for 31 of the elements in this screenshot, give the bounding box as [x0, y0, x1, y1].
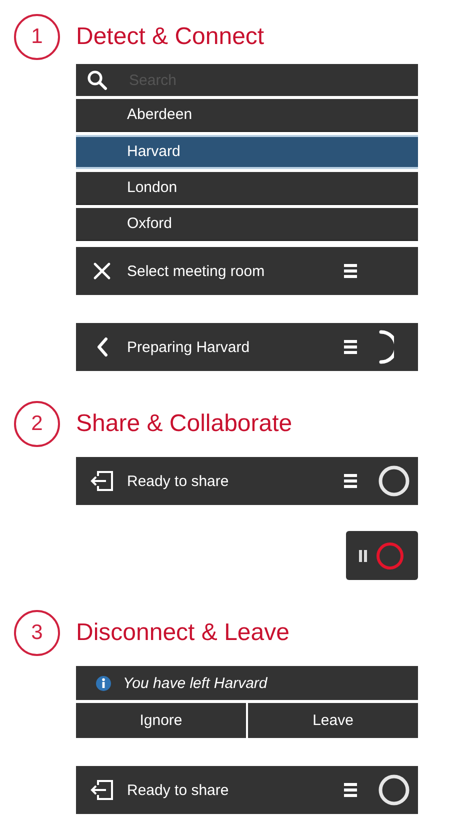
notification-button[interactable]: Ignore	[76, 703, 246, 738]
step-number: 3	[14, 610, 60, 656]
step-number: 2	[14, 401, 60, 447]
notification-message: You have left Harvard	[123, 674, 268, 692]
menu-icon[interactable]	[344, 783, 357, 797]
door-arrow-icon[interactable]	[88, 779, 114, 801]
info-icon	[96, 676, 111, 690]
room-item[interactable]: London	[76, 172, 418, 205]
room-item[interactable]: Aberdeen	[76, 99, 418, 132]
ring-icon[interactable]	[378, 465, 410, 497]
search-icon	[87, 70, 107, 90]
menu-icon[interactable]	[344, 264, 357, 278]
pause-icon[interactable]	[359, 550, 367, 562]
menu-icon[interactable]	[344, 340, 357, 354]
bar-label: Ready to share	[127, 472, 230, 490]
bar-label: Ready to share	[127, 782, 230, 798]
menu-icon[interactable]	[344, 474, 357, 488]
bar-label: Select meeting room	[127, 262, 266, 280]
notification-button[interactable]: Leave	[248, 703, 418, 738]
section-title: Share & Collaborate	[76, 410, 292, 438]
room-item[interactable]: Harvard	[76, 135, 418, 169]
bar-label: Preparing Harvard	[127, 338, 251, 356]
room-item[interactable]: Oxford	[76, 208, 418, 241]
section-title: Disconnect & Leave	[76, 619, 290, 647]
step-number: 1	[14, 14, 60, 60]
door-arrow-icon[interactable]	[88, 470, 114, 492]
chevron-left-icon[interactable]	[96, 337, 108, 357]
record-ring-icon[interactable]	[375, 540, 405, 570]
section-title: Detect & Connect	[76, 23, 264, 51]
ring-icon[interactable]	[378, 774, 410, 806]
close-icon[interactable]	[92, 262, 110, 280]
